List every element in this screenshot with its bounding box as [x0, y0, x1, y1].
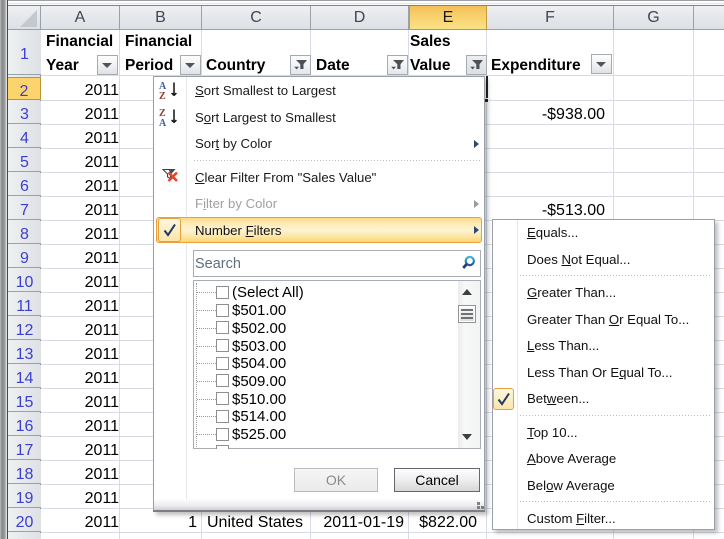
svg-text:A: A — [159, 118, 167, 127]
svg-text:Z: Z — [159, 91, 166, 100]
